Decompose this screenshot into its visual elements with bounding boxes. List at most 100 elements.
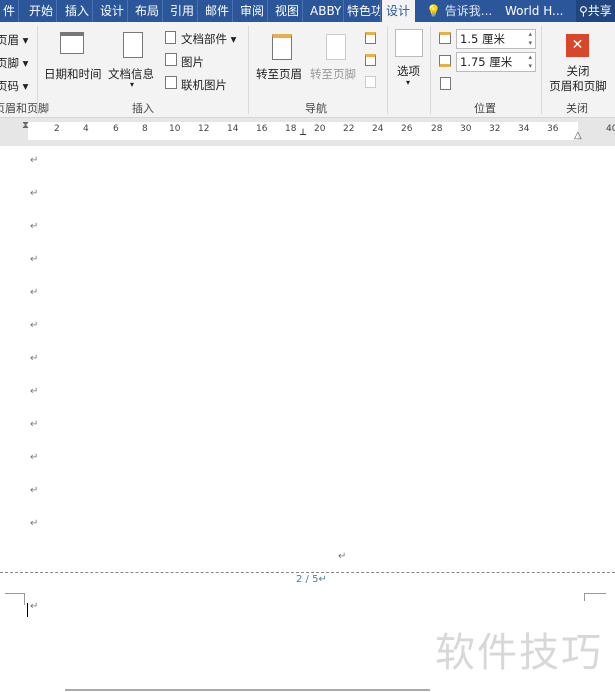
footer-position-input[interactable]: 1.75 厘米 ▴ ▾: [456, 52, 536, 72]
online-picture-button[interactable]: 联机图片: [181, 77, 227, 93]
margin-corner-mark: [584, 593, 606, 601]
paragraph-mark: ↵: [30, 320, 39, 331]
tab-references[interactable]: 引用: [167, 0, 199, 22]
paragraph-mark: ↵: [30, 254, 39, 265]
paragraph-mark: ↵: [30, 452, 39, 463]
paragraph-mark: ↵: [30, 188, 39, 199]
tab-mailings[interactable]: 邮件: [202, 0, 234, 22]
ruler-tick: 10: [169, 124, 181, 134]
ruler-tick: 34: [518, 124, 530, 134]
spinner-arrows[interactable]: ▴ ▾: [528, 53, 532, 71]
options-button[interactable]: 选项: [397, 63, 420, 79]
goto-footer-button[interactable]: 转至页脚: [310, 66, 356, 82]
ribbon: 页眉 ▾ 页脚 ▾ 页码 ▾ 页眉和页脚 日期和时间 文档信息 ▾ 文档部件 ▾…: [0, 22, 615, 118]
tab-review[interactable]: 审阅: [237, 0, 269, 22]
next-section-icon[interactable]: [365, 54, 376, 66]
ribbon-tab-bar: 件 开始 插入 设计 布局 引用 邮件 审阅 视图 ABBY 特色功 设计 💡 …: [0, 0, 615, 22]
ruler-tick: 26: [401, 124, 413, 134]
online-picture-icon: [165, 76, 177, 89]
indent-marker[interactable]: ⧗: [22, 120, 29, 131]
tell-me-search[interactable]: 💡 告诉我...: [423, 0, 495, 22]
ruler-tick: 30: [460, 124, 472, 134]
ruler-tick: 16: [256, 124, 268, 134]
header-button[interactable]: 页眉 ▾: [0, 32, 28, 48]
chevron-down-icon: ▾: [406, 78, 411, 87]
footer-position-icon: [439, 55, 451, 67]
doc-parts-icon: [165, 31, 176, 44]
horizontal-ruler[interactable]: ⧗ 2 4 6 8 10 12 14 16 18 20 22 24 26 28 …: [0, 118, 615, 146]
calendar-clock-icon: [60, 32, 84, 54]
close-header-footer-button[interactable]: 关闭 页眉和页脚: [545, 64, 611, 94]
link-previous-icon[interactable]: [365, 76, 376, 88]
ruler-tick: 28: [431, 124, 443, 134]
datetime-button[interactable]: 日期和时间: [44, 66, 102, 82]
ruler-tick: 8: [142, 124, 148, 134]
group-label-hf: 页眉和页脚: [0, 102, 49, 115]
share-label: 共享: [587, 4, 612, 18]
docparts-button[interactable]: 文档部件 ▾: [181, 31, 236, 47]
watermark: 软件技巧: [435, 630, 603, 676]
paragraph-mark: ↵: [30, 386, 39, 397]
tab-abbyy[interactable]: ABBY: [307, 0, 344, 22]
tab-special[interactable]: 特色功: [344, 0, 381, 22]
group-label-nav: 导航: [305, 102, 327, 115]
close-icon: ✕: [566, 34, 589, 57]
header-footer-separator: [0, 572, 615, 573]
goto-header-button[interactable]: 转至页眉: [256, 66, 302, 82]
account-button[interactable]: World H...: [502, 0, 566, 22]
document-info-icon: [123, 32, 143, 58]
document-page[interactable]: ↵ ↵ ↵ ↵ ↵ ↵ ↵ ↵ ↵ ↵ ↵ ↵ ↵ 2 / 5↵ ↵ 软件技巧: [0, 146, 615, 692]
page-number-button[interactable]: 页码 ▾: [0, 78, 28, 94]
paragraph-mark: ↵: [30, 155, 39, 166]
paragraph-mark: ↵: [30, 485, 39, 496]
share-button[interactable]: ⚲共享: [576, 0, 615, 22]
header-position-value: 1.5 厘米: [460, 32, 505, 46]
goto-header-icon: [272, 34, 292, 60]
chevron-down-icon: ▾: [130, 80, 135, 89]
margin-corner-mark: [5, 593, 25, 605]
footer-position-value: 1.75 厘米: [460, 55, 513, 69]
tab-insert[interactable]: 插入: [62, 0, 94, 22]
right-indent-marker[interactable]: △: [574, 130, 582, 141]
spinner-arrows[interactable]: ▴ ▾: [528, 30, 532, 48]
ruler-tick: 24: [372, 124, 384, 134]
footer-button[interactable]: 页脚 ▾: [0, 55, 28, 71]
paragraph-mark: ↵: [30, 353, 39, 364]
ruler-tick: 40: [606, 124, 615, 134]
group-label-close: 关闭: [566, 102, 588, 115]
ruler-tick: 12: [198, 124, 210, 134]
header-position-input[interactable]: 1.5 厘米 ▴ ▾: [456, 29, 536, 49]
footer-page-number[interactable]: 2 / 5↵: [296, 574, 327, 585]
tab-hf-design[interactable]: 设计: [382, 0, 415, 22]
picture-button[interactable]: 图片: [181, 54, 204, 70]
group-label-insert: 插入: [132, 102, 154, 115]
ruler-tick: 18: [285, 124, 297, 134]
horizontal-scrollbar[interactable]: [65, 689, 430, 691]
tab-layout[interactable]: 布局: [132, 0, 164, 22]
ruler-tick: 6: [113, 124, 119, 134]
options-icon: [395, 29, 423, 57]
center-tab-stop[interactable]: ┴: [300, 130, 306, 141]
insert-alignment-tab-icon[interactable]: [440, 77, 451, 90]
person-icon: ⚲: [579, 4, 588, 18]
goto-footer-icon: [326, 34, 346, 60]
ruler-tick: 22: [343, 124, 355, 134]
paragraph-mark: ↵: [338, 551, 347, 562]
ruler-tick: 14: [227, 124, 239, 134]
ruler-tick: 4: [83, 124, 89, 134]
paragraph-mark: ↵: [30, 601, 39, 612]
paragraph-mark: ↵: [30, 221, 39, 232]
tab-file[interactable]: 件: [0, 0, 20, 22]
picture-icon: [165, 53, 177, 66]
previous-section-icon[interactable]: [365, 32, 376, 44]
ruler-tick: 2: [54, 124, 60, 134]
paragraph-mark: ↵: [30, 419, 39, 430]
tab-view[interactable]: 视图: [272, 0, 304, 22]
tab-design[interactable]: 设计: [97, 0, 129, 22]
tab-home[interactable]: 开始: [26, 0, 58, 22]
tell-me-label: 告诉我...: [444, 4, 493, 18]
text-cursor: [27, 603, 28, 617]
ruler-tick: 20: [314, 124, 326, 134]
group-label-position: 位置: [474, 102, 496, 115]
ruler-tick: 36: [547, 124, 559, 134]
